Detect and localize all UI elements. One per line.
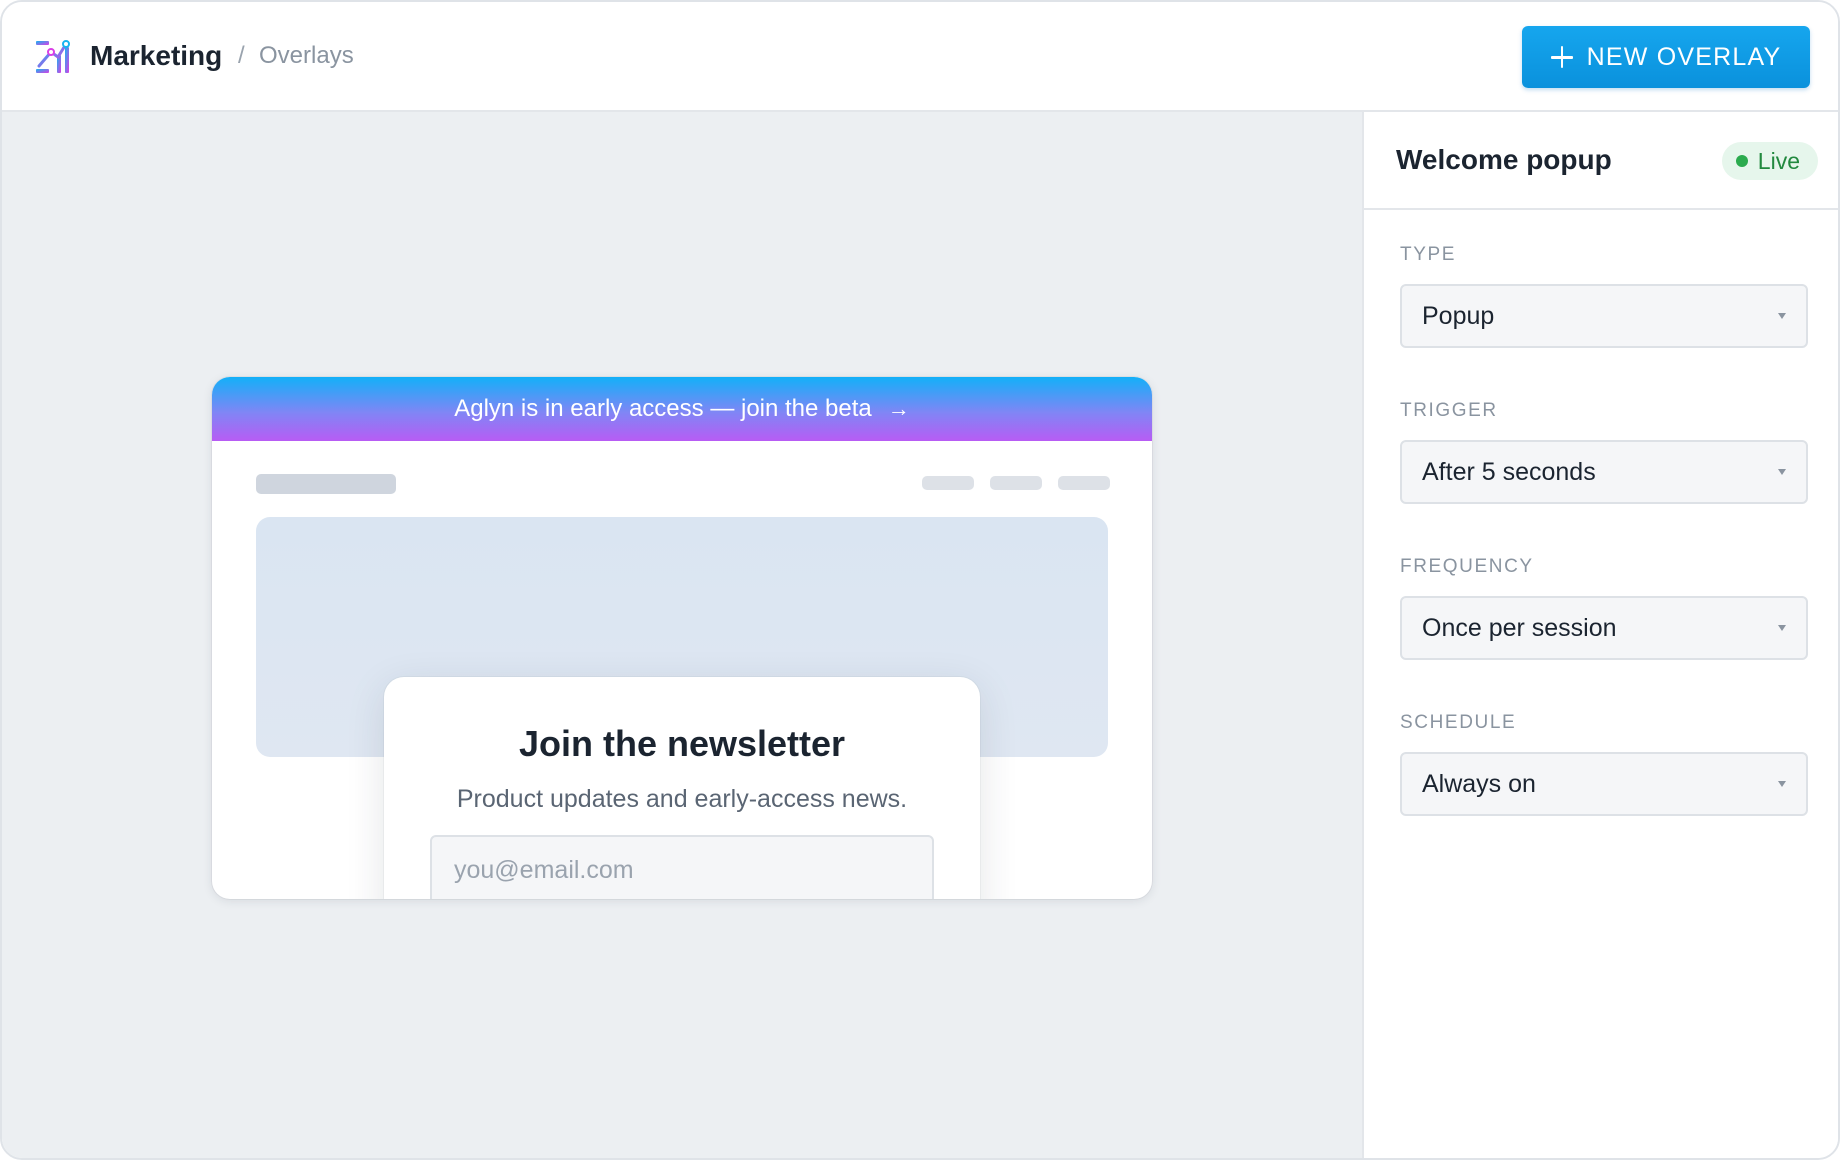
logo-icon[interactable] [34,38,72,76]
frequency-label: FREQUENCY [1400,556,1534,577]
popup-subtitle: Product updates and early-access news. [456,785,908,813]
caret-down-icon [1778,781,1786,787]
schedule-value: Always on [1422,769,1536,798]
status-label: Live [1757,147,1800,174]
new-overlay-label: NEW OVERLAY [1586,42,1782,71]
breadcrumb-page[interactable]: Overlays [259,42,354,70]
skeleton-nav-item [1058,476,1110,490]
preview-canvas: Aglyn is in early access — join the beta… [2,112,1362,1158]
type-select[interactable]: Popup [1400,284,1808,348]
email-field[interactable] [430,835,934,899]
top-header: Marketing / Overlays NEW OVERLAY [2,2,1838,112]
plus-icon [1550,46,1573,68]
frequency-select[interactable]: Once per session [1400,596,1808,660]
settings-sidebar: Welcome popup Live TYPE Popup TRIGGER Af… [1362,112,1838,1158]
banner-text: Aglyn is in early access — join the beta [454,395,872,422]
arrow-right-icon: → [887,396,910,421]
status-dot-icon [1735,155,1748,167]
popup-title: Join the newsletter [518,723,846,764]
sidebar-header: Welcome popup Live [1364,112,1838,210]
breadcrumb-separator: / [238,42,245,69]
new-overlay-button[interactable]: NEW OVERLAY [1522,26,1810,88]
breadcrumb-app[interactable]: Marketing [90,40,222,72]
website-preview: Aglyn is in early access — join the beta… [212,377,1152,899]
frequency-value: Once per session [1422,613,1617,642]
skeleton-logo [256,474,396,494]
trigger-value: After 5 seconds [1422,457,1596,486]
schedule-label: SCHEDULE [1400,712,1517,733]
status-badge: Live [1721,142,1818,180]
schedule-select[interactable]: Always on [1400,752,1808,816]
type-value: Popup [1422,301,1495,330]
skeleton-nav-item [990,476,1042,490]
caret-down-icon [1778,625,1786,631]
trigger-label: TRIGGER [1400,400,1498,421]
trigger-select[interactable]: After 5 seconds [1400,440,1808,504]
caret-down-icon [1778,313,1786,319]
announcement-banner[interactable]: Aglyn is in early access — join the beta… [212,377,1152,441]
newsletter-popup: Join the newsletter Product updates and … [384,677,980,899]
caret-down-icon [1778,469,1786,475]
app-window: Marketing / Overlays NEW OVERLAY Aglyn i… [0,0,1840,1160]
type-label: TYPE [1400,244,1457,265]
skeleton-nav-item [922,476,974,490]
overlay-title: Welcome popup [1396,144,1612,175]
